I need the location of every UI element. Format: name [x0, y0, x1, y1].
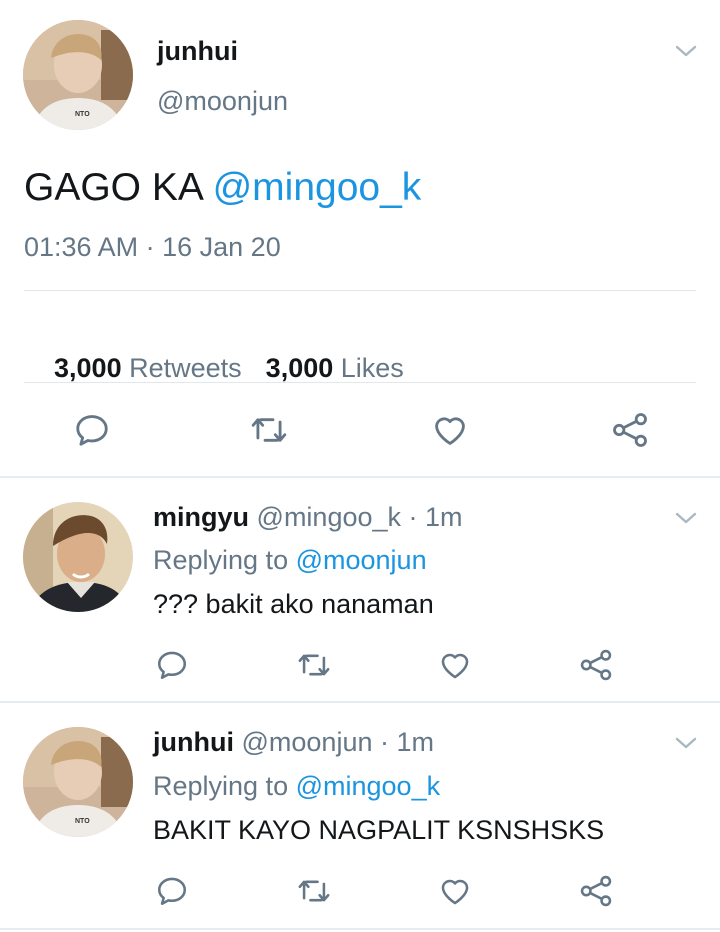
chevron-down-icon[interactable]: [675, 736, 697, 750]
author-handle[interactable]: @mingoo_k: [257, 502, 401, 532]
retweet-icon[interactable]: [296, 648, 332, 682]
reply-header: mingyu @mingoo_k · 1m: [153, 502, 463, 533]
divider: [0, 476, 720, 478]
retweet-icon[interactable]: [249, 411, 289, 449]
divider: [0, 928, 720, 930]
avatar[interactable]: NTO: [23, 727, 133, 837]
reply-text: ??? bakit ako nanaman: [153, 589, 434, 619]
chevron-down-icon[interactable]: [675, 44, 697, 58]
author-name[interactable]: mingyu: [153, 502, 249, 532]
author-handle[interactable]: @moonjun: [157, 86, 288, 117]
mention-link[interactable]: @moonjun: [296, 545, 427, 575]
like-label: Likes: [340, 353, 404, 383]
heart-icon[interactable]: [430, 411, 470, 449]
author-name[interactable]: junhui: [157, 36, 238, 67]
retweet-count: 3,000: [54, 353, 122, 383]
reply-time[interactable]: · 1m: [409, 502, 463, 532]
replying-label: Replying to: [153, 771, 289, 801]
reply-header: junhui @moonjun · 1m: [153, 727, 434, 758]
reply-text: BAKIT KAYO NAGPALIT KSNSHSKS: [153, 815, 605, 845]
retweet-stat[interactable]: 3,000 Retweets: [54, 353, 242, 383]
tweet-stats: 3,000 Retweets 3,000 Likes: [24, 322, 404, 415]
divider: [24, 290, 696, 291]
share-icon[interactable]: [578, 873, 614, 909]
replying-label: Replying to: [153, 545, 289, 575]
retweet-icon[interactable]: [296, 874, 332, 908]
share-icon[interactable]: [610, 410, 650, 450]
svg-text:NTO: NTO: [75, 818, 90, 825]
mention-link[interactable]: @mingoo_k: [296, 771, 440, 801]
share-icon[interactable]: [578, 647, 614, 683]
retweet-label: Retweets: [129, 353, 242, 383]
author-name[interactable]: junhui: [153, 727, 234, 757]
separator: ·: [145, 232, 155, 262]
svg-text:NTO: NTO: [75, 111, 90, 118]
avatar[interactable]: NTO: [23, 20, 133, 130]
tweet-timestamp[interactable]: 01:36 AM · 16 Jan 20: [24, 232, 281, 263]
author-handle[interactable]: @moonjun: [242, 727, 373, 757]
reply-icon[interactable]: [155, 648, 189, 682]
replying-to: Replying to @mingoo_k: [153, 771, 440, 802]
divider: [24, 382, 696, 383]
mention-link[interactable]: @mingoo_k: [213, 166, 422, 209]
tweet-text-body: GAGO KA: [24, 166, 213, 209]
heart-icon[interactable]: [437, 874, 473, 908]
divider: [0, 701, 720, 703]
like-count: 3,000: [265, 353, 334, 383]
reply-icon[interactable]: [155, 874, 189, 908]
reply-icon[interactable]: [73, 411, 111, 449]
heart-icon[interactable]: [437, 648, 473, 682]
reply-time[interactable]: · 1m: [380, 727, 434, 757]
tweet-time: 01:36 AM: [24, 232, 139, 262]
tweet-text: GAGO KA @mingoo_k: [24, 166, 421, 210]
tweet-date: 16 Jan 20: [162, 232, 281, 262]
like-stat[interactable]: 3,000 Likes: [266, 353, 404, 383]
chevron-down-icon[interactable]: [675, 511, 697, 525]
replying-to: Replying to @moonjun: [153, 545, 427, 576]
avatar[interactable]: [23, 502, 133, 612]
